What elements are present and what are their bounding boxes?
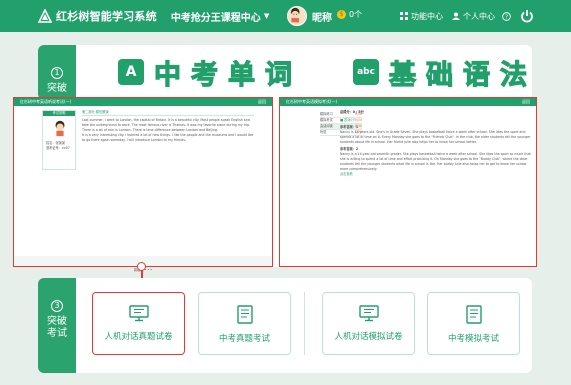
menu-item-label: 会话阅读 — [320, 124, 333, 128]
article-paragraph-1: Last summer, I went to London, the capit… — [82, 118, 251, 132]
divider — [304, 292, 305, 355]
course-center-menu[interactable]: 中考抢分王课程中心 ▼ — [171, 9, 269, 24]
nav-personal-center[interactable]: 个人中心 — [452, 0, 495, 32]
view-more-link[interactable]: 点击查看 — [340, 172, 532, 177]
help-button[interactable]: ? — [502, 0, 511, 32]
grammar-preview-close[interactable]: 返回 — [522, 98, 530, 106]
vocab-title[interactable]: A 中考单词 — [118, 55, 302, 91]
monitor-icon — [128, 305, 149, 322]
candidate-id: 准考证号：xx07 — [46, 146, 70, 150]
mock-oral-exam-label: 人机对话模拟试卷 — [334, 332, 403, 342]
user-icon — [452, 12, 460, 20]
section1-label: 突破 — [47, 83, 67, 94]
real-exam-label: 中考真题考试 — [218, 334, 270, 344]
vocab-label: 中考单词 — [153, 59, 302, 91]
grammar-preview-title: 红杉树中考英语模拟考试(一) — [286, 99, 338, 104]
nav-function-center[interactable]: 功能中心 — [400, 0, 443, 32]
monitor-icon — [358, 305, 379, 322]
document-icon — [236, 305, 253, 324]
answer-status: ■ 答对0个 — [340, 118, 356, 122]
grammar-label: 基础语法 — [388, 59, 537, 91]
svg-text:?: ? — [505, 14, 508, 20]
coin-counter: $ 0个 — [337, 9, 362, 20]
mock-exam-label: 中考模拟考试 — [447, 334, 499, 344]
connector-dot — [137, 262, 146, 271]
document-icon — [465, 305, 482, 324]
mock-exam-button[interactable]: 中考模拟考试 — [427, 292, 520, 355]
mock-oral-exam-button[interactable]: 人机对话模拟试卷 — [322, 292, 415, 355]
power-button[interactable] — [520, 0, 534, 32]
brand[interactable]: 红杉树智能学习系统 — [38, 8, 157, 24]
real-exam-button[interactable]: 中考真题考试 — [198, 292, 291, 355]
avatar[interactable] — [287, 6, 307, 26]
grid-icon — [400, 12, 408, 20]
candidate-panel-title: 考试说明 — [43, 111, 75, 116]
help-icon: ? — [502, 11, 511, 21]
exam-preview-title: 红杉树中考英语听说考试(一) — [20, 99, 72, 104]
grammar-preview-titlebar: 红杉树中考英语模拟考试(一) 返回 — [280, 98, 536, 106]
logo-icon — [38, 9, 52, 23]
nav-personal-center-label: 个人中心 — [463, 11, 495, 21]
caret-down-icon: ▼ — [263, 12, 270, 20]
section3-tab: 3 突破考试 — [38, 278, 76, 373]
grammar-preview-window[interactable]: 红杉树中考英语模拟考试(一) 返回 模拟练习 0/30 模拟考试 0/30 会话… — [279, 97, 537, 267]
candidate-avatar-icon — [55, 120, 65, 137]
menu-item-label: 模拟考试 — [320, 118, 333, 122]
real-oral-exam-label: 人机对话真题试卷 — [104, 332, 173, 342]
article-header: 第二部分 模仿朗读 — [82, 110, 254, 116]
section1-number: 1 — [51, 67, 63, 79]
vocab-badge: A — [118, 59, 144, 85]
exam-preview-window[interactable]: 红杉树中考英语听说考试(一) 返回 考试说明 姓名：张某某 准考证号：xx07 … — [13, 97, 273, 272]
candidate-panel: 考试说明 姓名：张某某 准考证号：xx07 — [42, 110, 76, 170]
menu-item-label: 模拟练习 — [320, 112, 333, 116]
menu-item-label: 听说 — [320, 130, 327, 134]
course-center-label: 中考抢分王课程中心 — [170, 12, 261, 24]
section3-label: 突破考试 — [47, 316, 67, 339]
nav-function-center-label: 功能中心 — [411, 11, 443, 21]
coin-count: 0个 — [349, 10, 363, 19]
article-panel: 第二部分 模仿朗读 Last summer, I went to London,… — [82, 110, 254, 246]
real-oral-exam-button[interactable]: 人机对话真题试卷 — [92, 292, 185, 355]
answer-panel: 总得分：0 / 5分 ■ 答对0个 参考答案：1 Nancy is 14 yea… — [340, 110, 532, 260]
power-icon — [521, 10, 533, 23]
reference-answer-1: Nancy is 14 years old. She's in Grade Se… — [340, 130, 531, 144]
section3-number: 3 — [51, 300, 63, 312]
avatar-face-icon — [290, 7, 300, 23]
article-paragraph-2: It is a very interesting city. I learned… — [82, 133, 254, 142]
section1-tab: 1 突破 — [38, 45, 76, 100]
exam-preview-close[interactable]: 返回 — [258, 98, 266, 106]
brand-name: 红杉树智能学习系统 — [56, 10, 157, 23]
grammar-badge: abc — [353, 59, 379, 85]
grammar-title[interactable]: abc 基础语法 — [353, 55, 537, 91]
nickname[interactable]: 昵称 — [312, 9, 332, 24]
exam-preview-titlebar: 红杉树中考英语听说考试(一) 返回 — [14, 98, 272, 106]
answer-header: 总得分：0 / 5分 — [340, 110, 364, 114]
reference-answer-2: Nancy is a 14-year-old seventh grader. S… — [340, 152, 531, 171]
coin-icon: $ — [337, 10, 346, 19]
